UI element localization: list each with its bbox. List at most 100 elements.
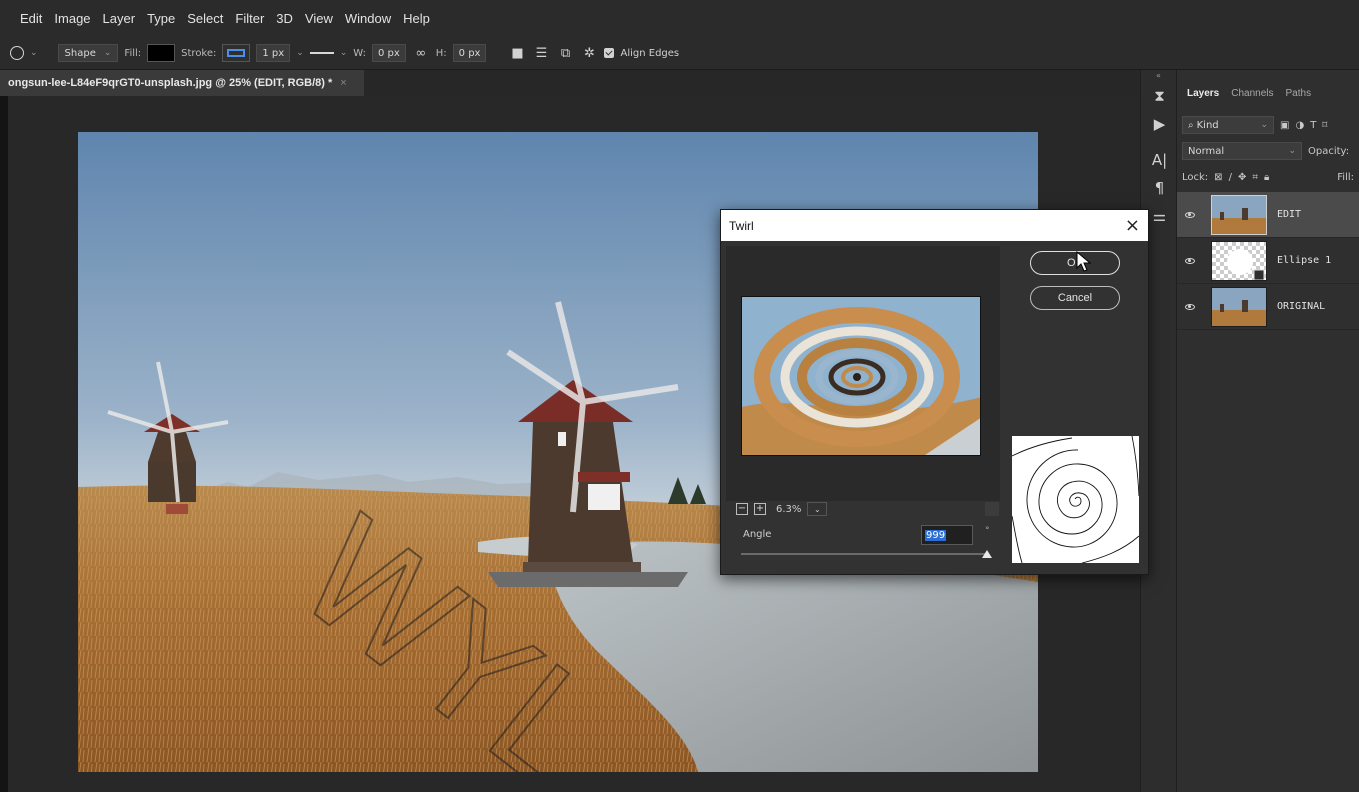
blend-mode-select[interactable]: Normal ⌄ — [1182, 142, 1302, 160]
options-bar: ⌄ Shape ⌄ Fill: Stroke: 1 px ⌄ ⌄ W: 0 px… — [0, 37, 1359, 70]
menu-image[interactable]: Image — [48, 0, 96, 37]
width-value: 0 px — [377, 47, 400, 59]
tab-channels[interactable]: Channels — [1231, 88, 1273, 112]
dialog-titlebar[interactable]: Twirl × — [721, 210, 1148, 241]
collapse-icon[interactable]: « — [1141, 70, 1176, 82]
layer-filter-row: ⌕ Kind ⌄ ▣ ◑ T ⌑ — [1177, 112, 1359, 138]
path-arrangement-icon[interactable]: ⧉ — [556, 44, 574, 62]
actions-play-icon[interactable]: ▶ — [1141, 110, 1178, 138]
stroke-swatch[interactable] — [222, 44, 251, 62]
search-icon: ⌕ — [1188, 119, 1194, 131]
panel-tabs: Layers Channels Paths — [1177, 70, 1359, 112]
filter-kind-select[interactable]: ⌕ Kind ⌄ — [1182, 116, 1274, 134]
paragraph-icon[interactable]: ¶ — [1141, 174, 1178, 202]
angle-input[interactable]: 999 — [921, 525, 973, 545]
layer-name: EDIT — [1277, 209, 1302, 220]
blend-row: Normal ⌄ Opacity: — [1177, 138, 1359, 164]
lock-brush-icon[interactable]: / — [1229, 172, 1232, 183]
ellipse-tool-icon[interactable] — [10, 46, 24, 60]
chevron-down-icon: ⌄ — [1288, 146, 1296, 156]
stroke-type-icon[interactable] — [309, 52, 334, 54]
menu-select[interactable]: Select — [181, 0, 229, 37]
menu-window[interactable]: Window — [339, 0, 397, 37]
lock-label: Lock: — [1182, 171, 1209, 183]
w-label: W: — [353, 47, 366, 59]
layer-row-edit[interactable]: EDIT — [1177, 192, 1359, 238]
blend-mode-value: Normal — [1188, 145, 1225, 157]
menu-3d[interactable]: 3D — [270, 0, 299, 37]
tab-layers[interactable]: Layers — [1187, 88, 1219, 112]
layer-name: Ellipse 1 — [1277, 255, 1332, 266]
zoom-out-button[interactable]: − — [736, 503, 748, 515]
character-icon[interactable]: A| — [1141, 146, 1178, 174]
menu-help[interactable]: Help — [397, 0, 436, 37]
chevron-down-icon[interactable]: ⌄ — [296, 48, 304, 58]
angle-label: Angle — [743, 529, 772, 540]
ok-button[interactable]: OK — [1030, 251, 1120, 275]
stroke-color-icon — [227, 49, 246, 57]
lock-all-icon[interactable]: 🔒︎ — [1264, 172, 1269, 183]
link-icon[interactable]: ∞ — [412, 44, 430, 62]
path-alignment-icon[interactable]: ☰ — [532, 44, 550, 62]
align-edges-label: Align Edges — [620, 47, 680, 59]
lock-row: Lock: ⊠ / ✥ ⌗ 🔒︎ Fill: — [1177, 164, 1359, 190]
twirl-dialog: Twirl × − + 6.3% ⌄ Angle 999 ° OK Cancel — [720, 209, 1149, 575]
menu-type[interactable]: Type — [141, 0, 181, 37]
zoom-controls: − + 6.3% ⌄ — [736, 502, 828, 516]
layers-panel: Layers Channels Paths ⌕ Kind ⌄ ▣ ◑ T ⌑ N… — [1177, 70, 1359, 792]
chevron-down-icon[interactable]: ⌄ — [340, 48, 348, 58]
layer-thumbnail — [1211, 286, 1267, 327]
path-operations-icon[interactable]: ■ — [508, 44, 526, 62]
filter-type-icon[interactable]: T — [1310, 120, 1316, 131]
chevron-down-icon[interactable]: ⌄ — [807, 502, 828, 516]
layer-row-ellipse[interactable]: Ellipse 1 — [1177, 238, 1359, 284]
menu-filter[interactable]: Filter — [229, 0, 270, 37]
opacity-label: Opacity: — [1308, 145, 1350, 157]
lock-transparency-icon[interactable]: ⊠ — [1214, 172, 1222, 183]
document-title: ongsun-lee-L84eF9qrGT0-unsplash.jpg @ 25… — [8, 77, 333, 89]
tab-paths[interactable]: Paths — [1286, 88, 1312, 112]
angle-slider-track[interactable] — [741, 553, 989, 555]
chevron-down-icon: ⌄ — [1260, 120, 1268, 130]
chevron-down-icon: ⌄ — [103, 48, 112, 58]
height-field[interactable]: 0 px — [452, 44, 487, 62]
close-tab-icon[interactable]: × — [340, 77, 346, 89]
close-icon[interactable]: × — [1125, 216, 1140, 235]
width-field[interactable]: 0 px — [371, 44, 406, 62]
zoom-in-button[interactable]: + — [754, 503, 766, 515]
fill-swatch[interactable] — [147, 44, 176, 62]
layer-thumbnail — [1211, 194, 1267, 235]
tab-bar — [364, 70, 1140, 96]
stroke-width-field[interactable]: 1 px — [256, 44, 291, 62]
chevron-down-icon[interactable]: ⌄ — [30, 48, 38, 58]
menu-view[interactable]: View — [299, 0, 339, 37]
menu-edit[interactable]: Edit — [14, 0, 48, 37]
angle-value: 999 — [925, 530, 947, 541]
visibility-toggle[interactable] — [1177, 211, 1203, 218]
shape-mode-select[interactable]: Shape ⌄ — [57, 44, 119, 62]
stroke-width-value: 1 px — [262, 47, 285, 59]
filter-adjustment-icon[interactable]: ◑ — [1295, 120, 1304, 131]
gear-icon[interactable]: ✲ — [580, 44, 598, 62]
visibility-toggle[interactable] — [1177, 257, 1203, 264]
filter-shape-icon[interactable]: ⌑ — [1322, 120, 1327, 131]
cancel-button[interactable]: Cancel — [1030, 286, 1120, 310]
history-icon[interactable]: ⧗ — [1141, 82, 1178, 110]
eye-icon — [1185, 211, 1195, 218]
align-edges-checkbox[interactable] — [604, 48, 615, 58]
lock-artboard-icon[interactable]: ⌗ — [1252, 172, 1258, 183]
height-value: 0 px — [458, 47, 481, 59]
stroke-label: Stroke: — [181, 47, 217, 59]
lock-move-icon[interactable]: ✥ — [1238, 172, 1246, 183]
angle-slider-thumb[interactable] — [982, 550, 992, 558]
twirl-preview[interactable] — [741, 296, 981, 456]
document-tab[interactable]: ongsun-lee-L84eF9qrGT0-unsplash.jpg @ 25… — [0, 70, 364, 96]
eye-icon — [1185, 303, 1195, 310]
menu-layer[interactable]: Layer — [97, 0, 142, 37]
filter-image-icon[interactable]: ▣ — [1280, 120, 1289, 131]
visibility-toggle[interactable] — [1177, 303, 1203, 310]
layer-row-original[interactable]: ORIGINAL — [1177, 284, 1359, 330]
twirl-swirl-diagram — [1011, 435, 1140, 564]
preview-toggle[interactable] — [985, 502, 999, 516]
fill-label: Fill: — [1337, 171, 1354, 183]
